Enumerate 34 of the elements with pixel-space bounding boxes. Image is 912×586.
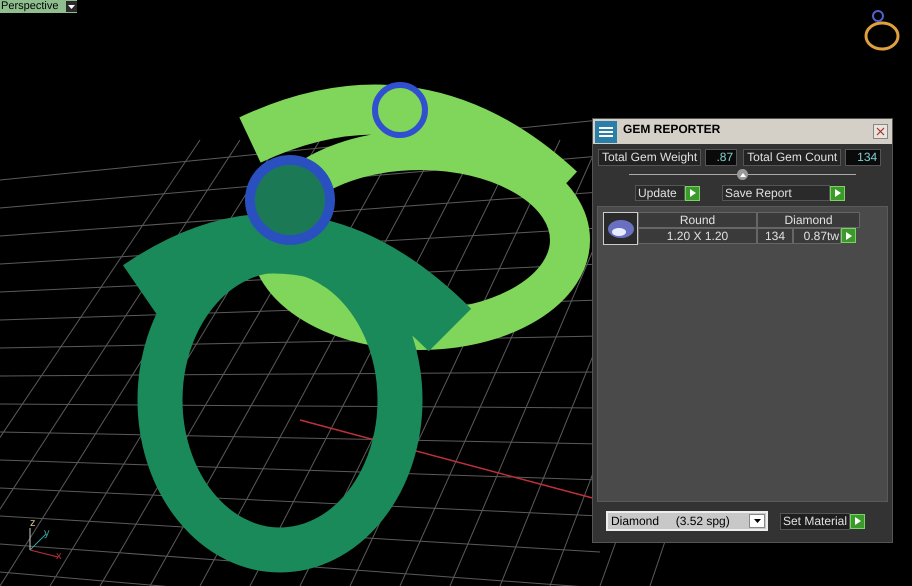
play-icon — [689, 189, 696, 197]
close-icon — [876, 127, 885, 136]
action-button[interactable]: Save Report — [722, 185, 830, 201]
table-cell: 134 — [757, 228, 793, 244]
go-button[interactable] — [685, 186, 700, 200]
set-material-button[interactable]: Set Material — [780, 512, 850, 530]
axis-label: y — [44, 528, 50, 539]
total-weight-value: .87 — [705, 149, 738, 166]
axis-label: x — [56, 551, 62, 562]
caret-icon — [749, 514, 765, 528]
caret-icon — [66, 1, 78, 12]
table-cell: 0.87tw — [793, 228, 841, 244]
axis-label: z — [30, 518, 36, 529]
report-icon — [595, 120, 617, 142]
table-cell: Round — [638, 212, 757, 228]
view-selector[interactable]: Perspective — [0, 0, 78, 13]
collapse-toggle[interactable] — [737, 169, 748, 180]
close-button[interactable] — [873, 124, 888, 139]
ring-icon — [864, 10, 900, 50]
action-button[interactable]: Update — [635, 185, 685, 201]
go-button[interactable] — [850, 514, 866, 528]
caret-up-icon — [740, 172, 746, 176]
play-icon — [845, 232, 852, 240]
material-dropdown[interactable]: Diamond (3.52 spg) — [606, 511, 768, 531]
total-count-value: 134 — [845, 149, 882, 166]
window-title: GEM REPORTER — [623, 121, 722, 138]
gem-thumbnail — [603, 212, 638, 245]
go-button[interactable] — [830, 186, 845, 200]
total-count-label: Total Gem Count — [743, 149, 842, 166]
table-cell: 1.20 X 1.20 — [638, 228, 757, 244]
play-icon — [834, 189, 841, 197]
total-weight-label: Total Gem Weight — [598, 149, 702, 166]
play-icon — [854, 517, 862, 525]
table-cell: Diamond — [757, 212, 860, 228]
